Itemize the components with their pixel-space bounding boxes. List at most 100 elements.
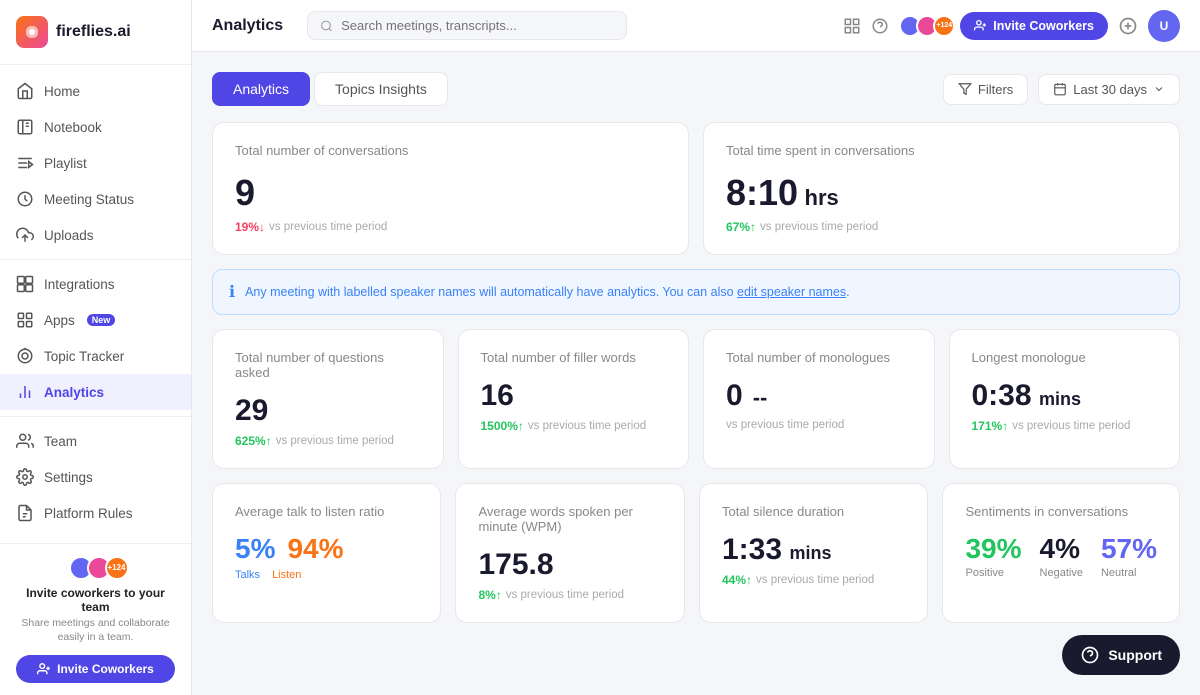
tab-analytics[interactable]: Analytics [212, 72, 310, 106]
card-unit-silence: mins [789, 543, 831, 563]
card-title-time: Total time spent in conversations [726, 143, 1157, 158]
meeting-icon [16, 190, 34, 208]
header: Analytics +124 Invite Coworkers [192, 0, 1200, 52]
vs-text-silence: vs previous time period [756, 574, 874, 586]
info-icon: ℹ [229, 282, 235, 302]
sidebar-item-apps[interactable]: Apps New [0, 302, 191, 338]
sentiment-negative: 4% Negative [1040, 533, 1083, 579]
search-input[interactable] [341, 18, 614, 33]
sidebar-label-meeting: Meeting Status [44, 192, 134, 207]
change-pct-filler: 1500%↑ [481, 419, 524, 433]
filter-label: Filters [978, 82, 1013, 97]
ratio-talks-pct: 5% [235, 533, 275, 565]
logo-icon [16, 16, 48, 48]
avatar-counter: +124 [105, 556, 129, 580]
chevron-down-icon [1153, 83, 1165, 95]
sidebar-invite-section: +124 Invite coworkers to your team Share… [0, 543, 191, 695]
card-change-conversations: 19%↓ vs previous time period [235, 220, 666, 234]
sidebar-item-settings[interactable]: Settings [0, 459, 191, 495]
help-icon [871, 17, 889, 35]
date-range-button[interactable]: Last 30 days [1038, 74, 1180, 105]
grid-icon-button[interactable] [843, 17, 861, 35]
filters-button[interactable]: Filters [943, 74, 1028, 105]
card-value-monologues: 0 [726, 379, 743, 413]
card-value-time: 8:10 [726, 172, 798, 213]
user-avatar[interactable]: U [1148, 10, 1180, 42]
card-unit-time: hrs [805, 185, 839, 210]
vs-text-longest: vs previous time period [1012, 420, 1130, 432]
card-title-monologues: Total number of monologues [726, 350, 912, 365]
sidebar-label-notebook: Notebook [44, 120, 102, 135]
sentiment-negative-label: Negative [1040, 567, 1083, 579]
apps-icon [16, 311, 34, 329]
sentiment-positive-label: Positive [965, 567, 1021, 579]
card-silence: Total silence duration 1:33 mins 44%↑ vs… [699, 483, 929, 623]
card-questions: Total number of questions asked 29 625%↑… [212, 329, 444, 469]
sidebar-item-notebook[interactable]: Notebook [0, 109, 191, 145]
tabs-row: Analytics Topics Insights Filters Last 3… [212, 72, 1180, 106]
filters-group: Filters Last 30 days [943, 74, 1180, 105]
sidebar-label-platform-rules: Platform Rules [44, 506, 133, 521]
change-pct-silence: 44%↑ [722, 573, 752, 587]
card-sentiments: Sentiments in conversations 39% Positive… [942, 483, 1180, 623]
sidebar-item-topic-tracker[interactable]: Topic Tracker [0, 338, 191, 374]
help-icon-button[interactable] [871, 17, 889, 35]
card-longest-monologue: Longest monologue 0:38 mins 171%↑ vs pre… [949, 329, 1181, 469]
change-pct-wpm: 8%↑ [478, 588, 501, 602]
card-title-sentiments: Sentiments in conversations [965, 504, 1157, 519]
sidebar-nav: Home Notebook Playlist Meeting Status Up… [0, 65, 191, 543]
sidebar-item-analytics[interactable]: Analytics [0, 374, 191, 410]
sidebar-item-team[interactable]: Team [0, 423, 191, 459]
card-wpm: Average words spoken per minute (WPM) 17… [455, 483, 685, 623]
settings-icon [16, 468, 34, 486]
card-change-silence: 44%↑ vs previous time period [722, 573, 906, 587]
page-title: Analytics [212, 17, 283, 35]
change-pct-time: 67%↑ [726, 220, 756, 234]
sidebar-item-integrations[interactable]: Integrations [0, 266, 191, 302]
card-change-longest: 171%↑ vs previous time period [972, 419, 1158, 433]
sidebar-item-uploads[interactable]: Uploads [0, 217, 191, 253]
card-title-silence: Total silence duration [722, 504, 906, 519]
rules-icon [16, 504, 34, 522]
vs-text-filler: vs previous time period [528, 420, 646, 432]
sidebar-item-playlist[interactable]: Playlist [0, 145, 191, 181]
card-value-silence: 1:33 [722, 533, 782, 566]
playlist-icon [16, 154, 34, 172]
invite-subtitle: Share meetings and collaborate easily in… [16, 616, 175, 645]
card-filler-words: Total number of filler words 16 1500%↑ v… [458, 329, 690, 469]
home-icon [16, 82, 34, 100]
tab-topics-insights[interactable]: Topics Insights [314, 72, 448, 106]
card-value-filler: 16 [481, 379, 514, 412]
invite-coworkers-button[interactable]: Invite Coworkers [960, 12, 1108, 40]
upload-icon [16, 226, 34, 244]
support-label: Support [1108, 647, 1162, 663]
search-box[interactable] [307, 11, 627, 40]
card-title-questions: Total number of questions asked [235, 350, 421, 380]
sidebar-item-meeting-status[interactable]: Meeting Status [0, 181, 191, 217]
sentiment-positive: 39% Positive [965, 533, 1021, 579]
sentiment-neutral-pct: 57% [1101, 533, 1157, 565]
change-pct-longest: 171%↑ [972, 419, 1009, 433]
analytics-icon [16, 383, 34, 401]
filter-icon [958, 82, 972, 96]
plus-button[interactable] [1118, 16, 1138, 36]
edit-speaker-link[interactable]: edit speaker names [737, 285, 846, 299]
card-unit-longest: mins [1039, 389, 1081, 409]
sidebar-item-home[interactable]: Home [0, 73, 191, 109]
sidebar-item-platform-rules[interactable]: Platform Rules [0, 495, 191, 531]
support-button[interactable]: Support [1062, 635, 1180, 675]
coworker-avatars: +124 [899, 15, 950, 37]
grid-icon [843, 17, 861, 35]
vs-text-time: vs previous time period [760, 221, 878, 233]
sidebar-label-analytics: Analytics [44, 385, 104, 400]
change-pct-conversations: 19%↓ [235, 220, 265, 234]
content-area: Analytics Topics Insights Filters Last 3… [192, 52, 1200, 695]
vs-text-questions: vs previous time period [276, 435, 394, 447]
support-icon [1080, 645, 1100, 665]
logo-text: fireflies.ai [56, 23, 131, 41]
main-content: Analytics +124 Invite Coworkers [192, 0, 1200, 695]
sentiment-neutral: 57% Neutral [1101, 533, 1157, 579]
logo[interactable]: fireflies.ai [0, 0, 191, 65]
sidebar-invite-button[interactable]: Invite Coworkers [16, 655, 175, 683]
listen-label: Listen [272, 569, 301, 581]
